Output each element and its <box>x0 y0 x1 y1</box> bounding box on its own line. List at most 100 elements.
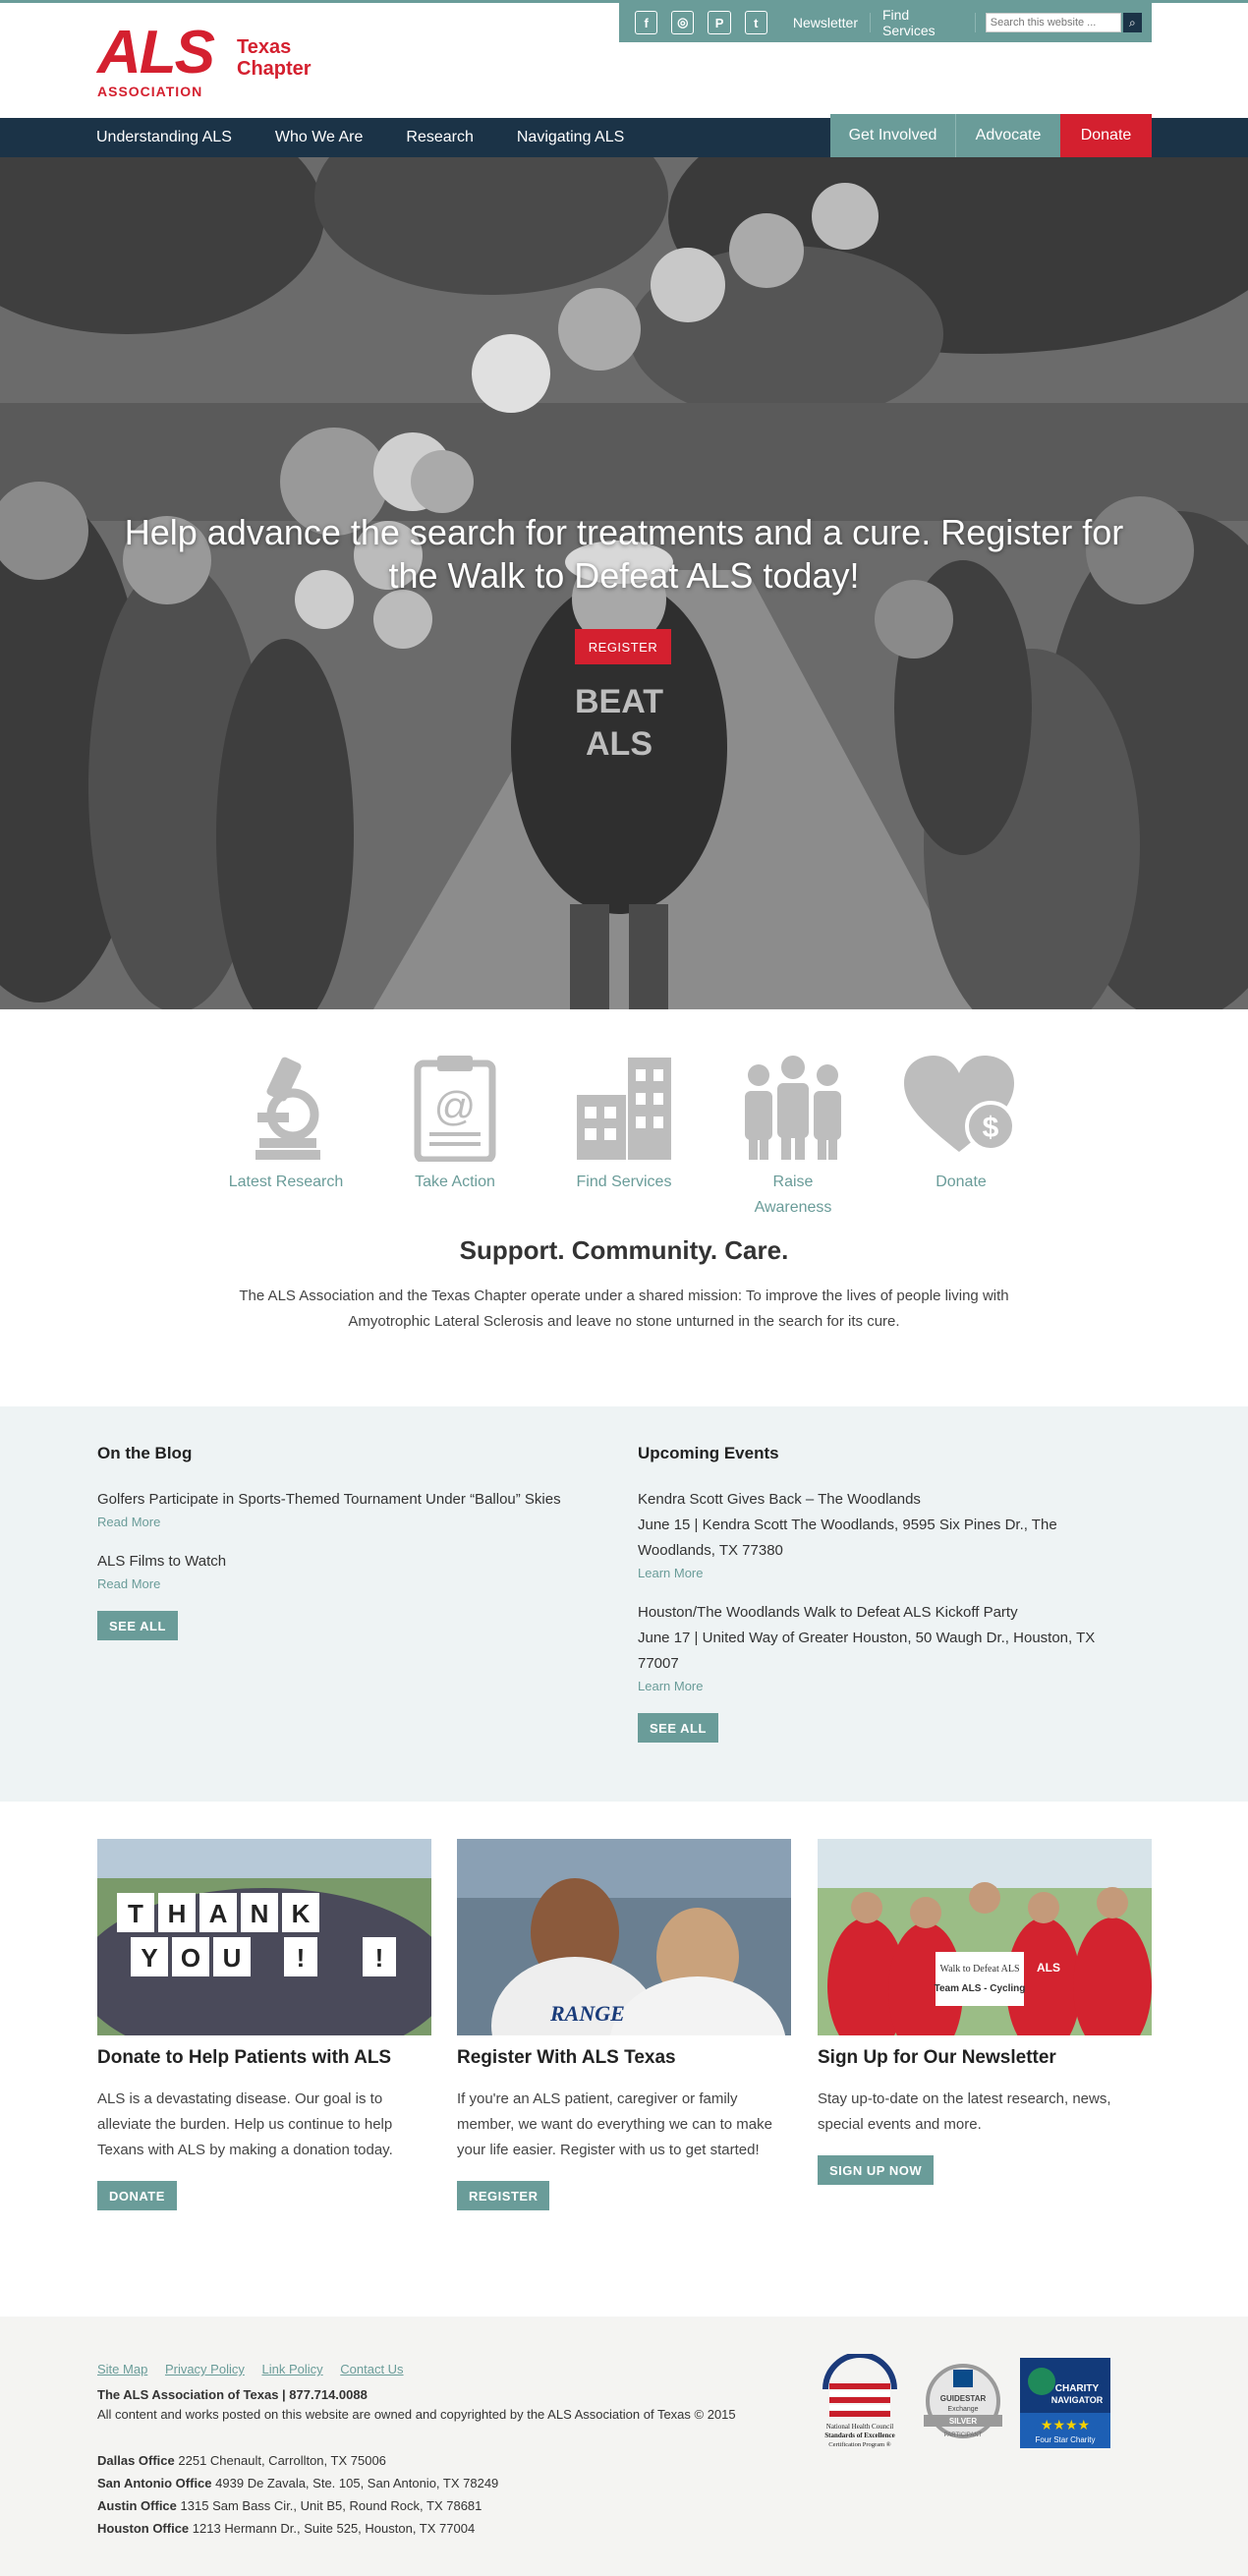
event-title[interactable]: Houston/The Woodlands Walk to Defeat ALS… <box>638 1600 1100 1626</box>
hero-banner: BEAT ALS Help advance the search for tre… <box>0 157 1248 1009</box>
register-button[interactable]: REGISTER <box>457 2181 550 2210</box>
badge-text: NAVIGATOR <box>1051 2395 1104 2405</box>
quicklink-label: Latest Research <box>228 1174 344 1190</box>
site-footer: Site Map Privacy Policy Link Policy Cont… <box>0 2317 1248 2576</box>
office-item: San Antonio Office 4939 De Zavala, Ste. … <box>97 2472 498 2494</box>
footer-link-privacy-policy[interactable]: Privacy Policy <box>165 2362 245 2376</box>
footer-link-site-map[interactable]: Site Map <box>97 2362 147 2376</box>
footer-org-line: The ALS Association of Texas | 877.714.0… <box>97 2387 368 2402</box>
nav-item-navigating-als[interactable]: Navigating ALS <box>517 129 624 146</box>
quicklink-donate[interactable]: $ Donate <box>902 1054 1020 1195</box>
guidestar-badge[interactable]: GUIDESTAR Exchange SILVER PARTICIPANT <box>918 2362 1008 2455</box>
newsletter-link[interactable]: Newsletter <box>793 15 858 30</box>
logo-association-text: ASSOCIATION <box>97 84 203 99</box>
advocate-button[interactable]: Advocate <box>956 114 1060 157</box>
badge-text: Standards of Excellence <box>824 2432 895 2439</box>
badge-text: Certification Program ® <box>828 2441 890 2448</box>
quicklink-raise-awareness[interactable]: Raise Awareness <box>734 1054 852 1221</box>
office-name: Dallas Office <box>97 2453 175 2468</box>
nhc-badge[interactable]: National Health Council Standards of Exc… <box>818 2352 902 2457</box>
charity-navigator-badge[interactable]: CHARITY NAVIGATOR ★★★★ Four Star Charity <box>1020 2358 1110 2453</box>
office-item: Dallas Office 2251 Chenault, Carrollton,… <box>97 2449 498 2472</box>
shirt-text: RANGE <box>549 2001 625 2026</box>
sign-text: Walk to Defeat ALS <box>939 1964 1019 1975</box>
blog-see-all-button[interactable]: SEE ALL <box>97 1611 178 1640</box>
footer-link-link-policy[interactable]: Link Policy <box>261 2362 322 2376</box>
sign-letter: U <box>223 1943 242 1973</box>
buildings-icon <box>577 1058 671 1160</box>
site-header: ALS Texas Chapter ASSOCIATION f ◎ P t Ne… <box>0 0 1248 118</box>
sign-letter: ! <box>297 1943 306 1973</box>
promo-newsletter: Walk to Defeat ALS Team ALS - Cycling AL… <box>818 1839 1152 2185</box>
event-title[interactable]: Kendra Scott Gives Back – The Woodlands <box>638 1487 1100 1513</box>
sign-up-button[interactable]: SIGN UP NOW <box>818 2155 935 2185</box>
main-nav: Understanding ALS Who We Are Research Na… <box>0 114 1248 157</box>
utility-bar: f ◎ P t Newsletter Find Services ⌕ <box>619 3 1152 42</box>
office-address: 1213 Hermann Dr., Suite 525, Houston, TX… <box>192 2521 476 2536</box>
footer-contact: The ALS Association of Texas | 877.714.0… <box>97 2385 736 2425</box>
nav-item-research[interactable]: Research <box>406 129 473 146</box>
promo-title: Register With ALS Texas <box>457 2047 676 2068</box>
sign-letter: H <box>168 1899 187 1928</box>
blog-post-title[interactable]: Golfers Participate in Sports-Themed Tou… <box>97 1487 608 1513</box>
svg-text:@: @ <box>434 1083 477 1129</box>
donate-nav-button[interactable]: Donate <box>1060 114 1152 157</box>
hero-register-button[interactable]: REGISTER <box>575 629 671 664</box>
learn-more-link[interactable]: Learn More <box>638 1679 1100 1693</box>
jersey-text: ALS <box>1037 1961 1060 1975</box>
office-address: 1315 Sam Bass Cir., Unit B5, Round Rock,… <box>180 2498 482 2513</box>
learn-more-link[interactable]: Learn More <box>638 1566 1100 1580</box>
office-name: Austin Office <box>97 2498 177 2513</box>
facebook-icon[interactable]: f <box>635 11 658 34</box>
footer-link-contact-us[interactable]: Contact Us <box>340 2362 403 2376</box>
office-name: Houston Office <box>97 2521 190 2536</box>
promo-title: Donate to Help Patients with ALS <box>97 2047 392 2068</box>
hero-shirt-text-1: BEAT <box>575 683 663 720</box>
quicklink-find-services[interactable]: Find Services <box>565 1054 683 1195</box>
promo-register: RANGE Register With ALS Texas If you're … <box>457 1839 791 2210</box>
promo-image-family[interactable]: RANGE <box>457 1839 791 2035</box>
quicklink-latest-research[interactable]: Latest Research <box>227 1054 345 1195</box>
event-detail: June 17 | United Way of Greater Houston,… <box>638 1630 1096 1672</box>
read-more-link[interactable]: Read More <box>97 1515 608 1529</box>
read-more-link[interactable]: Read More <box>97 1576 608 1591</box>
events-see-all-button[interactable]: SEE ALL <box>638 1713 718 1743</box>
instagram-icon[interactable]: ◎ <box>671 11 695 34</box>
intro-section: Support. Community. Care. The ALS Associ… <box>0 1235 1248 1406</box>
find-services-link[interactable]: Find Services <box>882 7 963 38</box>
office-address: 4939 De Zavala, Ste. 105, San Antonio, T… <box>215 2476 499 2490</box>
promo-image-cyclists[interactable]: Walk to Defeat ALS Team ALS - Cycling AL… <box>818 1839 1152 2035</box>
nav-item-understanding-als[interactable]: Understanding ALS <box>96 129 232 146</box>
get-involved-button[interactable]: Get Involved <box>830 114 956 157</box>
promo-donate: T H A N K Y O U ! ! Donate to Help Patie… <box>97 1839 431 2210</box>
svg-text:$: $ <box>983 1112 999 1144</box>
footer-offices: Dallas Office 2251 Chenault, Carrollton,… <box>97 2449 498 2540</box>
promo-image-thank-you[interactable]: T H A N K Y O U ! ! <box>97 1839 431 2035</box>
badge-text: PARTICIPANT <box>944 2433 983 2438</box>
heart-dollar-icon: $ <box>904 1056 1016 1152</box>
als-texas-logo[interactable]: ALS Texas Chapter ASSOCIATION <box>97 23 333 103</box>
promo-title: Sign Up for Our Newsletter <box>818 2047 1056 2068</box>
office-address: 2251 Chenault, Carrollton, TX 75006 <box>178 2453 386 2468</box>
badge-text: National Health Council <box>826 2423 893 2431</box>
footer-links: Site Map Privacy Policy Link Policy Cont… <box>97 2362 418 2376</box>
search-icon[interactable]: ⌕ <box>1122 13 1143 32</box>
hero-caption: Help advance the search for treatments a… <box>124 512 1124 596</box>
feeds-section: On the Blog Golfers Participate in Sport… <box>0 1406 1248 1802</box>
quicklink-take-action[interactable]: @ Take Action <box>396 1054 514 1195</box>
hero-shirt-text-2: ALS <box>586 725 652 763</box>
events-heading: Upcoming Events <box>638 1444 779 1462</box>
badge-text: CHARITY <box>1055 2383 1100 2394</box>
blog-post-title[interactable]: ALS Films to Watch <box>97 1549 608 1574</box>
tagline-heading: Support. Community. Care. <box>459 1235 789 1265</box>
sign-letter: Y <box>141 1943 157 1973</box>
event-detail: June 15 | Kendra Scott The Woodlands, 95… <box>638 1517 1057 1559</box>
footer-copyright: All content and works posted on this web… <box>97 2407 736 2422</box>
divider <box>870 13 871 32</box>
nav-item-who-we-are[interactable]: Who We Are <box>275 129 364 146</box>
pinterest-icon[interactable]: P <box>708 11 731 34</box>
search-input[interactable] <box>985 13 1121 32</box>
twitter-icon[interactable]: t <box>744 11 767 34</box>
donate-button[interactable]: DONATE <box>97 2181 177 2210</box>
badge-text: Four Star Charity <box>1036 2435 1096 2444</box>
